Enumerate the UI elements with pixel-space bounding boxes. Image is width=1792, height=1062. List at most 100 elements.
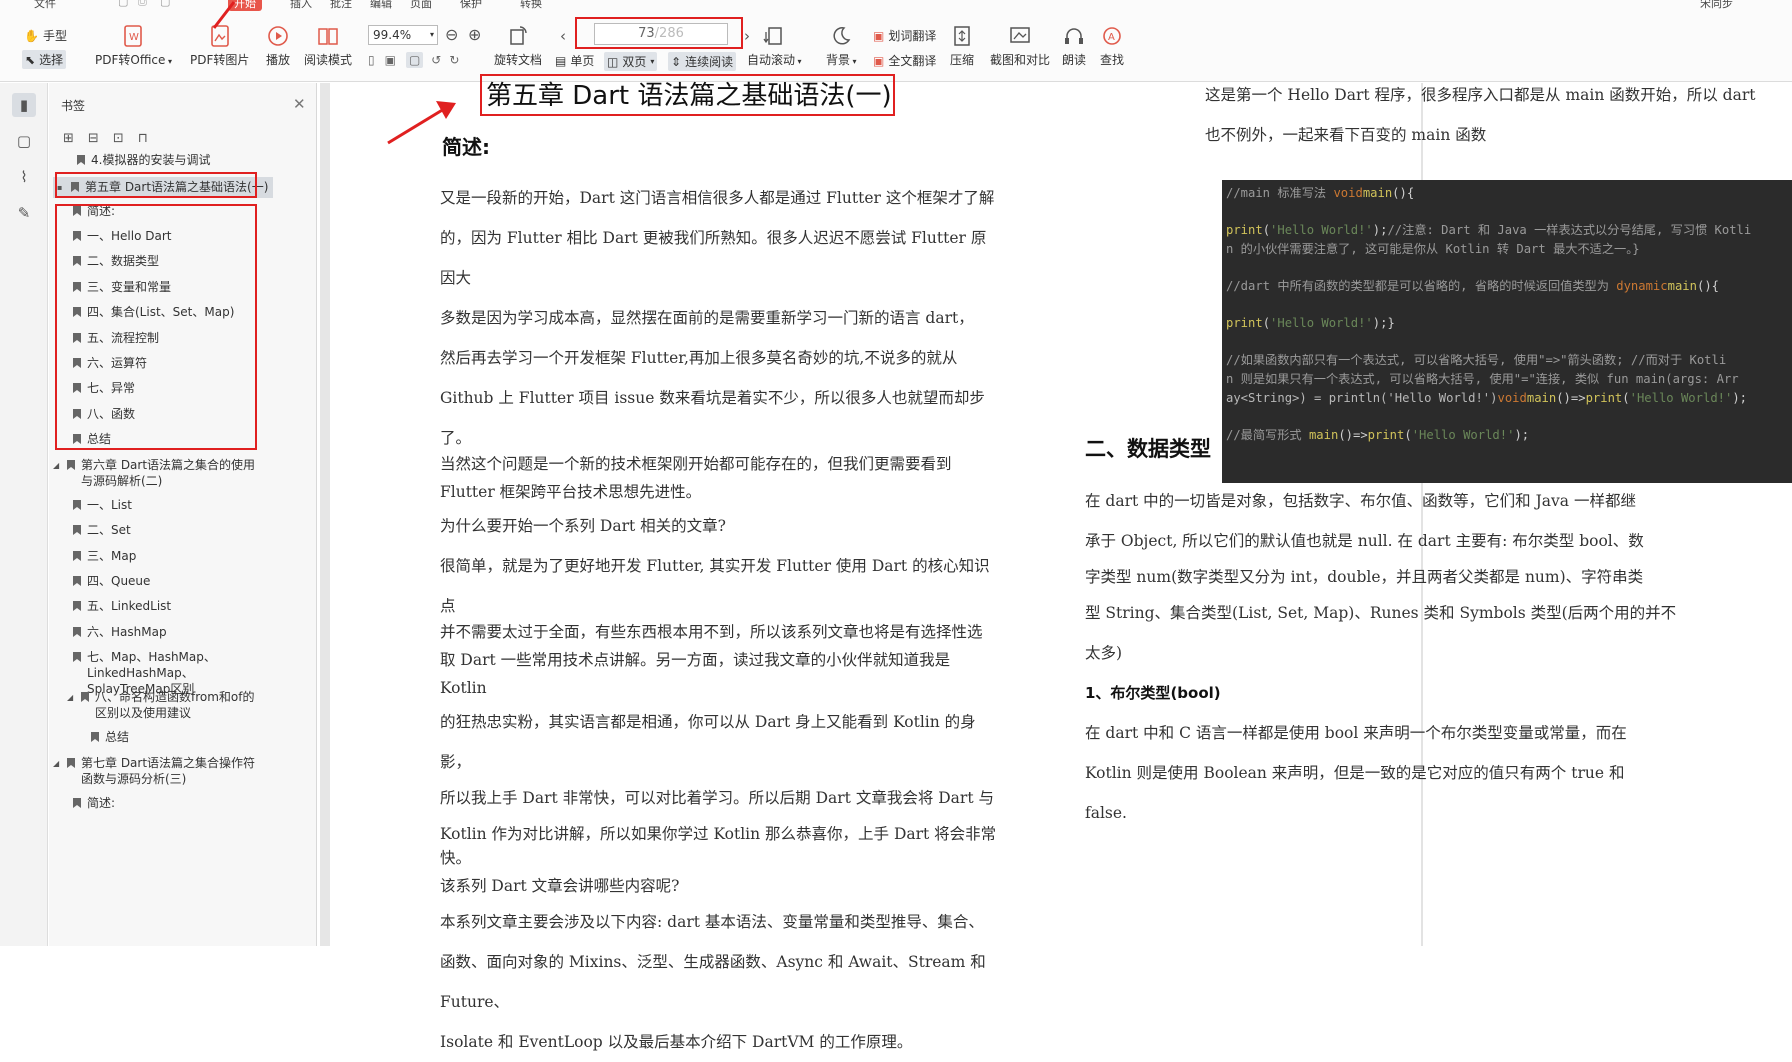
find-button[interactable]: A 查找	[1100, 24, 1124, 68]
paragraph-line: Kotlin 则是使用 Boolean 来声明，但是一致的是它对应的值只有两个 …	[1085, 764, 1625, 782]
paragraph-line: 这是第一个 Hello Dart 程序，很多程序入口都是从 main 函数开始，…	[1205, 86, 1756, 104]
menu-convert[interactable]: 转换	[520, 0, 542, 11]
rotate-document-button[interactable]: 旋转文档	[494, 24, 542, 68]
bookmark-icon	[81, 692, 89, 702]
bookmark-item[interactable]: 六、HashMap	[73, 624, 167, 640]
expand-triangle-icon[interactable]: ◢	[67, 690, 75, 706]
actual-size-icon[interactable]: ▢	[405, 52, 424, 68]
attachment-icon[interactable]: ⌇	[12, 165, 36, 189]
paragraph-line: 为什么要开始一个系列 Dart 相关的文章?	[440, 517, 726, 535]
paragraph-line: 取 Dart 一些常用技术点讲解。另一方面，读过我文章的小伙伴就知道我是 Kot…	[440, 651, 951, 697]
menu-file[interactable]: 文件	[34, 0, 56, 11]
pdf-to-office-button[interactable]: W PDF转Office ▾	[95, 24, 172, 68]
bookmark-item[interactable]: 二、Set	[73, 522, 131, 538]
hand-tool-button[interactable]: ✋ 手型	[24, 27, 67, 44]
bookmark-item[interactable]: 总结	[91, 729, 129, 745]
zoom-select[interactable]: 99.4% ▾	[368, 25, 438, 45]
paragraph-line: Isolate 和 EventLoop 以及最后基本介绍下 DartVM 的工作…	[440, 1033, 913, 1051]
word-translate-button[interactable]: ▣ 划词翻译	[873, 27, 936, 44]
fit-page-icon[interactable]: ▯	[368, 53, 375, 67]
cursor-icon: ⬉	[25, 52, 36, 67]
paragraph-line: false.	[1085, 804, 1127, 822]
continuous-icon: ⇕	[671, 54, 682, 69]
menu-icon[interactable]: ▢	[118, 0, 128, 8]
bookmark-tab-icon[interactable]: ▮	[12, 93, 36, 117]
close-icon[interactable]: ✕	[293, 95, 306, 113]
bookmark-item[interactable]: ◢ 八、命名构造函数from和of的区别以及使用建议	[67, 689, 263, 721]
pdf-to-image-button[interactable]: PDF转图片	[190, 24, 249, 68]
moon-icon	[833, 27, 851, 45]
fit-width-icon[interactable]: ▣	[385, 53, 396, 67]
annotation-box-chapter	[55, 172, 257, 198]
bookmark-item[interactable]: 简述:	[73, 795, 115, 811]
signature-icon[interactable]: ✎	[12, 201, 36, 225]
paragraph-line: 太多)	[1085, 644, 1123, 662]
page-gutter	[320, 83, 330, 946]
expand-triangle-icon[interactable]: ◢	[53, 458, 61, 474]
add-bookmark-icon[interactable]: ⊡	[113, 131, 124, 146]
zoom-out-button[interactable]: ⊖	[445, 25, 458, 44]
bookmark-item[interactable]: ◢ 第七章 Dart语法篇之集合操作符函数与源码分析(三)	[53, 755, 265, 787]
menu-icon[interactable]: ▢	[160, 0, 170, 8]
single-page-button[interactable]: ▤ 单页	[555, 52, 594, 69]
menu-edit[interactable]: 编辑	[370, 0, 392, 11]
paragraph-line: 函数、面向对象的 Mixins、泛型、生成器函数、Async 和 Await、S…	[440, 953, 986, 1011]
zoom-in-button[interactable]: ⊕	[468, 25, 481, 44]
bookmark-item[interactable]: 4.模拟器的安装与调试	[63, 152, 210, 168]
right-page-body: 在 dart 中的一切皆是对象，包括数字、布尔值、函数等，它们和 Java 一样…	[1085, 481, 1792, 833]
book-icon	[318, 28, 338, 45]
bookmark-icon	[73, 627, 81, 637]
full-translate-button[interactable]: ▣ 全文翻译	[873, 52, 936, 69]
menu-icon[interactable]: ⎙	[138, 0, 147, 9]
bookmark-icon	[73, 652, 81, 662]
bookmark-tools: ⊞ ⊟ ⊡ ⊓	[63, 131, 148, 146]
paragraph-line: 多数是因为学习成本高，显然摆在面前的是需要重新学习一门新的语言 dart，	[440, 309, 974, 327]
bookmark-icon	[73, 525, 81, 535]
rotate-right-icon[interactable]: ↻	[449, 53, 459, 67]
menu-page[interactable]: 页面	[410, 0, 432, 11]
collapse-all-icon[interactable]: ⊟	[88, 131, 99, 146]
panel-title: 书签	[61, 99, 86, 113]
prev-page-button[interactable]: ‹	[560, 27, 566, 45]
bookmark-icon	[73, 500, 81, 510]
bookmark-item[interactable]: 三、Map	[73, 548, 136, 564]
screenshot-compare-button[interactable]: 截图和对比	[990, 24, 1050, 68]
paragraph-line: 并不需要太过于全面，有些东西根本用不到，所以该系列文章也将是有选择性选	[440, 623, 983, 641]
user-name[interactable]: 宋同步	[1700, 0, 1733, 11]
select-tool-button[interactable]: ⬉ 选择	[22, 50, 67, 69]
pdf-to-office-icon: W	[124, 25, 143, 47]
rotate-left-icon[interactable]: ↺	[431, 53, 441, 67]
expand-triangle-icon[interactable]: ◢	[53, 756, 61, 772]
bookmark-item[interactable]: 四、Queue	[73, 573, 150, 589]
right-page-intro: 这是第一个 Hello Dart 程序，很多程序入口都是从 main 函数开始，…	[1205, 75, 1792, 155]
bookmark-item[interactable]: 五、LinkedList	[73, 598, 171, 614]
compress-button[interactable]: 压缩	[950, 24, 974, 68]
thumbnail-tab-icon[interactable]: ▢	[12, 129, 36, 153]
bookmark-item[interactable]: ◢ 第六章 Dart语法篇之集合的使用与源码解析(二)	[53, 457, 265, 489]
paragraph-line: 的狂热忠实粉，其实语言都是相通，你可以从 Dart 身上又能看到 Kotlin …	[440, 713, 976, 771]
fit-icons: ▯ ▣ ▢ ↺ ↻	[368, 52, 459, 68]
bookmark-flag-icon[interactable]: ⊓	[138, 131, 148, 146]
paragraph-line: 型 String、集合类型(List, Set, Map)、Runes 类和 S…	[1085, 604, 1677, 622]
full-translate-icon: ▣	[873, 53, 885, 68]
menu-protect[interactable]: 保护	[460, 0, 482, 11]
document-viewer: 第五章 Dart 语法篇之基础语法(一) 简述: 又是一段新的开始，Dart 这…	[320, 74, 1792, 1051]
expand-all-icon[interactable]: ⊞	[63, 131, 74, 146]
read-mode-button[interactable]: 阅读模式	[304, 24, 352, 68]
bookmark-icon	[73, 551, 81, 561]
hand-icon: ✋	[24, 28, 39, 43]
double-page-button[interactable]: ◫ 双页 ▾	[604, 52, 658, 71]
paragraph-line: 很简单，就是为了更好地开发 Flutter, 其实开发 Flutter 使用 D…	[440, 557, 990, 615]
continuous-read-button[interactable]: ⇕ 连续阅读	[668, 52, 737, 71]
paragraph-line: 的，因为 Flutter 相比 Dart 更被我们所熟知。很多人迟迟不愿尝试 F…	[440, 229, 987, 287]
play-button[interactable]: 播放	[266, 24, 290, 68]
chevron-down-icon: ▾	[429, 30, 434, 39]
background-button[interactable]: 背景 ▾	[826, 24, 857, 68]
paragraph-line: 当然这个问题是一个新的技术框架刚开始都可能存在的，但我们更需要看到	[440, 455, 952, 473]
menu-comment[interactable]: 批注	[330, 0, 352, 11]
read-aloud-button[interactable]: 朗读	[1062, 24, 1086, 68]
menu-insert[interactable]: 插入	[290, 0, 312, 11]
paragraph-line: 该系列 Dart 文章会讲哪些内容呢?	[440, 877, 680, 895]
bookmark-item[interactable]: 一、List	[73, 497, 132, 513]
auto-scroll-button[interactable]: 自动滚动 ▾	[747, 24, 802, 68]
